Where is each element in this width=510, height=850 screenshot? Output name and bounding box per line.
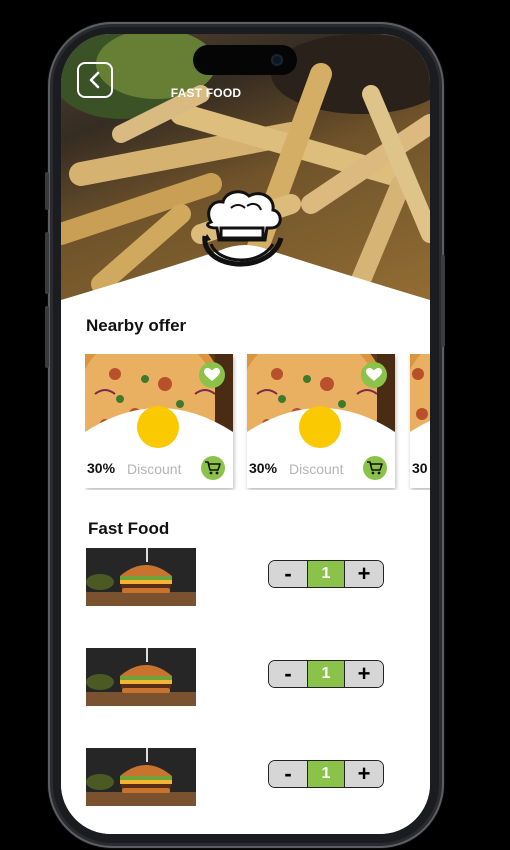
- offer-carousel[interactable]: 30% Discount 30% Discount 30: [85, 354, 430, 490]
- quantity-value: 1: [308, 561, 344, 587]
- quantity-stepper[interactable]: - 1 +: [268, 760, 384, 788]
- offer-card[interactable]: 30: [410, 354, 430, 488]
- volume-up-button: [45, 232, 49, 294]
- heart-icon: [204, 368, 220, 381]
- cart-icon: [205, 461, 221, 475]
- yellow-dot: [299, 406, 341, 448]
- list-item: - 1 +: [86, 648, 406, 708]
- list-item: - 1 +: [86, 748, 406, 808]
- offer-percent: 30%: [87, 460, 116, 476]
- heart-icon: [366, 368, 382, 381]
- nearby-offer-heading: Nearby offer: [86, 316, 187, 335]
- offer-percent: 30: [412, 460, 428, 476]
- favorite-button[interactable]: [199, 362, 225, 388]
- dynamic-island: [193, 45, 297, 75]
- yellow-dot: [137, 406, 179, 448]
- add-to-cart-button[interactable]: [201, 456, 225, 480]
- quantity-stepper[interactable]: - 1 +: [268, 660, 384, 688]
- chef-hat-logo: [202, 190, 284, 267]
- offer-card[interactable]: 30% Discount: [85, 354, 233, 488]
- offer-label: Discount: [289, 461, 344, 477]
- decrease-button[interactable]: -: [269, 761, 308, 787]
- list-item: - 1 +: [86, 548, 406, 608]
- burger-image: [86, 648, 196, 706]
- fast-food-heading: Fast Food: [88, 519, 170, 538]
- quantity-value: 1: [308, 661, 344, 687]
- add-to-cart-button[interactable]: [363, 456, 387, 480]
- pizza-image: [85, 354, 233, 454]
- increase-button[interactable]: +: [344, 761, 383, 787]
- increase-button[interactable]: +: [344, 561, 383, 587]
- quantity-stepper[interactable]: - 1 +: [268, 560, 384, 588]
- decrease-button[interactable]: -: [269, 561, 308, 587]
- volume-down-button: [45, 306, 49, 368]
- power-button: [441, 255, 445, 347]
- pizza-image: [410, 354, 430, 454]
- cart-icon: [367, 461, 383, 475]
- offer-label: Discount: [127, 461, 182, 477]
- offer-card[interactable]: 30% Discount: [247, 354, 395, 488]
- burger-image: [86, 548, 196, 606]
- action-button: [45, 172, 49, 210]
- pizza-image: [247, 354, 395, 454]
- app-screen: FAST FOOD Nearby offer 30% Discount 30% …: [61, 34, 430, 834]
- quantity-value: 1: [308, 761, 344, 787]
- offer-percent: 30%: [249, 460, 278, 476]
- increase-button[interactable]: +: [344, 661, 383, 687]
- burger-image: [86, 748, 196, 806]
- page-title: FAST FOOD: [170, 86, 242, 100]
- favorite-button[interactable]: [361, 362, 387, 388]
- decrease-button[interactable]: -: [269, 661, 308, 687]
